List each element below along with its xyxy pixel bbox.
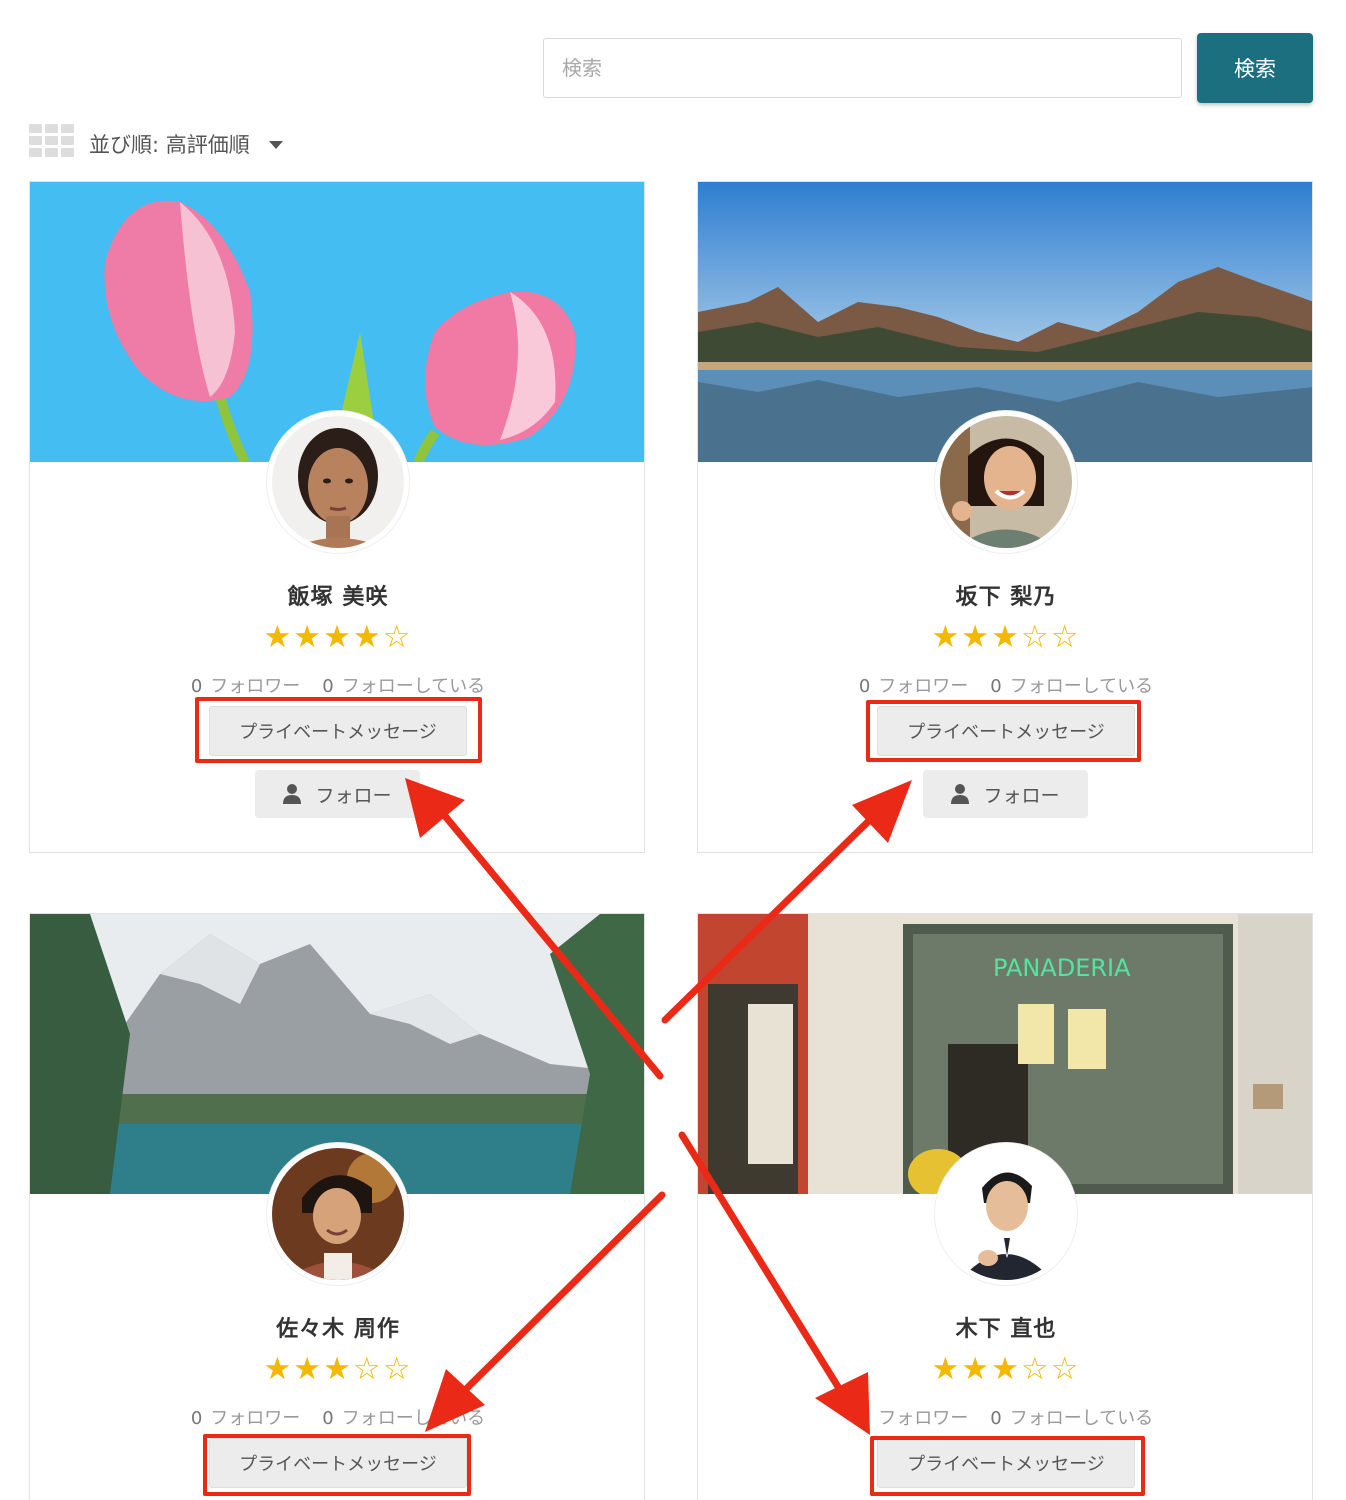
profile-name[interactable]: 坂下 梨乃	[698, 579, 1312, 611]
search-button[interactable]: 検索	[1197, 33, 1313, 103]
rating-stars: ★★★☆☆	[698, 619, 1312, 655]
star-outline-icon: ☆	[1020, 1351, 1051, 1387]
star-icon: ★	[323, 619, 353, 655]
followers-count: 0	[190, 676, 203, 697]
profile-card: PANADERIA 木下 直也 ★★★☆☆ 0 フォロワー 0 フォローしている プラ…	[697, 913, 1313, 1500]
star-outline-icon: ☆	[352, 1351, 383, 1387]
profile-card: 佐々木 周作 ★★★☆☆ 0 フォロワー 0 フォローしている プライベートメッセージ	[29, 913, 645, 1500]
rating-stars: ★★★☆☆	[30, 1351, 644, 1387]
following-label: フォローしている	[341, 1408, 486, 1429]
following-count: 0	[990, 676, 1002, 697]
star-icon: ★	[931, 619, 962, 655]
star-icon: ★	[991, 1351, 1021, 1387]
follow-button-label: フォロー	[983, 784, 1060, 807]
avatar[interactable]	[267, 1143, 409, 1285]
follow-button[interactable]: フォロー	[255, 770, 420, 818]
followers-count: 0	[858, 676, 871, 697]
star-outline-icon: ☆	[1050, 619, 1081, 655]
star-icon: ★	[293, 619, 324, 655]
star-outline-icon: ☆	[382, 619, 413, 655]
profile-name[interactable]: 飯塚 美咲	[30, 579, 644, 611]
private-message-button[interactable]: プライベートメッセージ	[209, 706, 467, 756]
cover-sign-text: PANADERIA	[993, 954, 1131, 982]
following-label: フォローしている	[1009, 676, 1154, 697]
follow-button-label: フォロー	[315, 784, 392, 807]
star-icon: ★	[323, 1351, 353, 1387]
profile-name[interactable]: 佐々木 周作	[30, 1311, 644, 1343]
star-icon: ★	[352, 619, 383, 655]
star-outline-icon: ☆	[1050, 1351, 1081, 1387]
following-count: 0	[322, 1408, 334, 1429]
user-icon	[951, 784, 970, 804]
search-input[interactable]	[543, 38, 1182, 98]
following-label: フォローしている	[1009, 1408, 1154, 1429]
private-message-button[interactable]: プライベートメッセージ	[877, 706, 1135, 756]
star-icon: ★	[293, 1351, 324, 1387]
rating-stars: ★★★★☆	[30, 619, 644, 655]
followers-count: 0	[858, 1408, 871, 1429]
avatar[interactable]	[935, 1143, 1077, 1285]
following-label: フォローしている	[341, 676, 486, 697]
star-outline-icon: ☆	[1020, 619, 1051, 655]
following-count: 0	[322, 676, 334, 697]
profile-card: 坂下 梨乃 ★★★☆☆ 0 フォロワー 0 フォローしている プライベートメッセージ …	[697, 181, 1313, 853]
caret-down-icon[interactable]	[269, 141, 283, 149]
followers-count: 0	[190, 1408, 203, 1429]
following-count: 0	[990, 1408, 1002, 1429]
star-icon: ★	[961, 619, 992, 655]
grid-view-icon[interactable]	[29, 124, 75, 160]
private-message-button[interactable]: プライベートメッセージ	[209, 1438, 467, 1488]
avatar[interactable]	[267, 411, 409, 553]
star-icon: ★	[263, 619, 294, 655]
followers-label: フォロワー	[210, 1408, 301, 1429]
follow-stats: 0 フォロワー 0 フォローしている	[698, 1404, 1312, 1430]
followers-label: フォロワー	[210, 676, 301, 697]
profile-card: 飯塚 美咲 ★★★★☆ 0 フォロワー 0 フォローしている プライベートメッセージ …	[29, 181, 645, 853]
follow-button[interactable]: フォロー	[923, 770, 1088, 818]
star-icon: ★	[961, 1351, 992, 1387]
follow-stats: 0 フォロワー 0 フォローしている	[698, 672, 1312, 698]
star-outline-icon: ☆	[382, 1351, 413, 1387]
follow-stats: 0 フォロワー 0 フォローしている	[30, 1404, 644, 1430]
sort-dropdown[interactable]: 並び順: 高評価順	[89, 129, 250, 159]
star-icon: ★	[263, 1351, 294, 1387]
star-icon: ★	[931, 1351, 962, 1387]
avatar[interactable]	[935, 411, 1077, 553]
followers-label: フォロワー	[878, 676, 969, 697]
rating-stars: ★★★☆☆	[698, 1351, 1312, 1387]
private-message-button[interactable]: プライベートメッセージ	[877, 1438, 1135, 1488]
user-icon	[283, 784, 302, 804]
follow-stats: 0 フォロワー 0 フォローしている	[30, 672, 644, 698]
star-icon: ★	[991, 619, 1021, 655]
followers-label: フォロワー	[878, 1408, 969, 1429]
profile-name[interactable]: 木下 直也	[698, 1311, 1312, 1343]
